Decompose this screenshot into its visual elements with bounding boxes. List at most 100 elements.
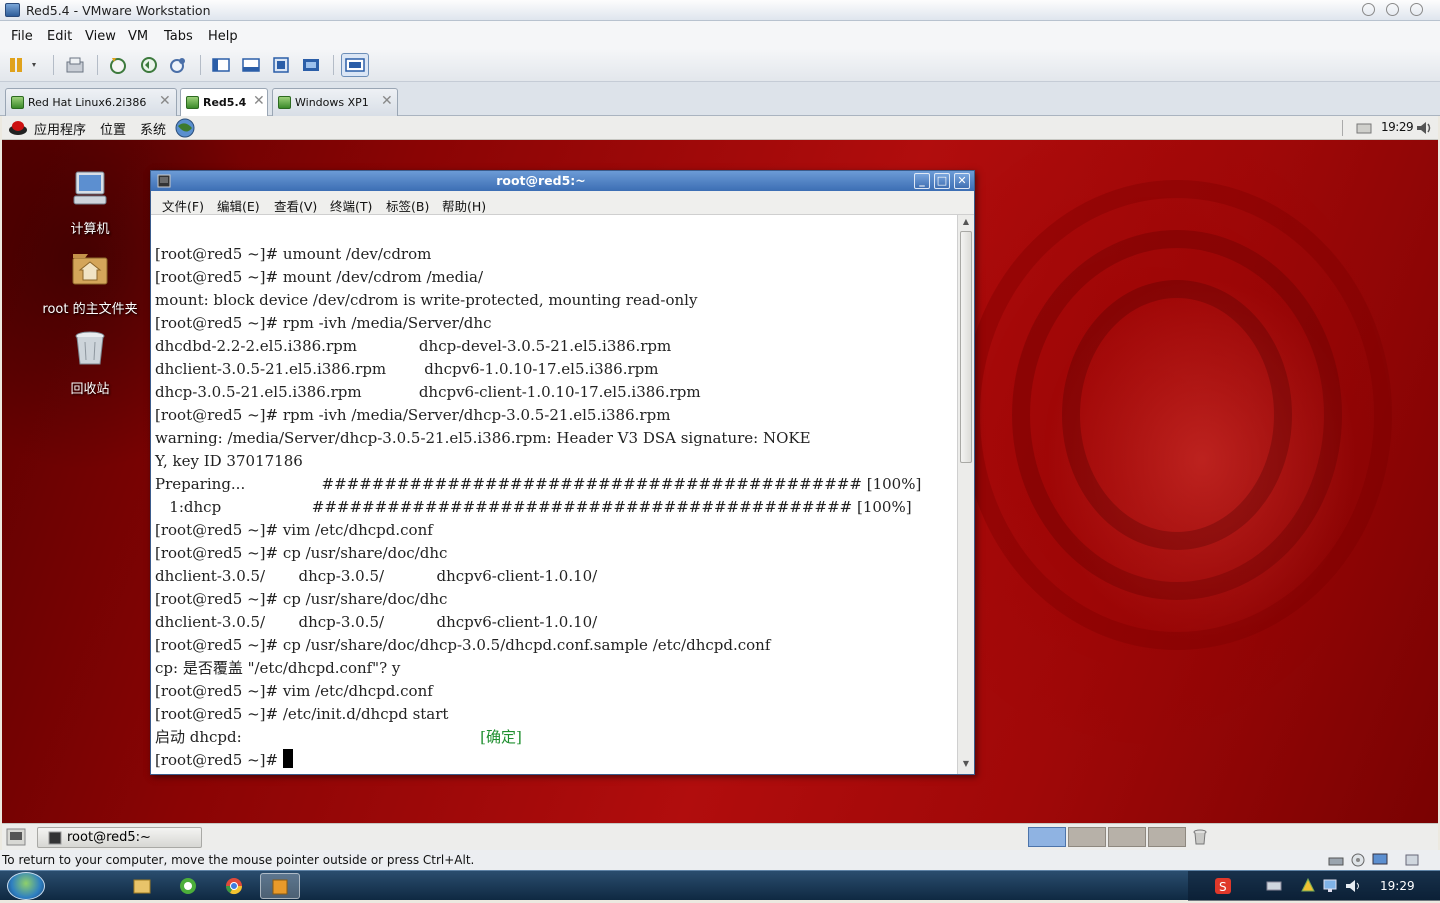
menu-edit[interactable]: Edit xyxy=(47,29,72,44)
start-button[interactable] xyxy=(7,872,45,900)
terminal-line: [root@red5 ~]# cp /usr/share/doc/dhcp-3.… xyxy=(155,636,771,654)
vmware-menubar: File Edit View VM Tabs Help xyxy=(0,21,1440,49)
scroll-down-icon[interactable]: ▼ xyxy=(960,759,972,771)
menu-system[interactable]: 系统 xyxy=(140,119,166,138)
terminal-menu-tabs[interactable]: 标签(B) xyxy=(386,196,429,215)
workspace-1[interactable] xyxy=(1028,827,1066,847)
tab-red-hat-linux[interactable]: Red Hat Linux6.2i386 ✕ xyxy=(5,88,177,116)
redhat-logo-icon[interactable] xyxy=(8,118,28,138)
revert-snapshot-icon[interactable] xyxy=(139,55,159,75)
terminal-menu-view[interactable]: 查看(V) xyxy=(274,196,317,215)
terminal-line: [root@red5 ~]# cp /usr/share/doc/dhc xyxy=(155,544,448,562)
refresh-app-icon xyxy=(180,878,196,894)
network-icon[interactable] xyxy=(1322,878,1338,894)
host-clock[interactable]: 19:29 xyxy=(1380,879,1415,893)
vmware-tabbar: Red Hat Linux6.2i386 ✕ Red5.4 ✕ Windows … xyxy=(0,82,1440,117)
show-desktop-icon[interactable] xyxy=(6,828,26,846)
web-browser-icon[interactable] xyxy=(174,117,196,139)
sidebar-toggle-icon[interactable] xyxy=(211,55,231,75)
terminal-line: dhclient-3.0.5-21.el5.i386.rpm dhcpv6-1.… xyxy=(155,360,659,378)
volume-icon[interactable] xyxy=(1414,118,1434,138)
scroll-up-icon[interactable]: ▲ xyxy=(960,217,972,229)
taskbar-app-green[interactable] xyxy=(170,873,206,899)
terminal-menubar: 文件(F) 编辑(E) 查看(V) 终端(T) 标签(B) 帮助(H) xyxy=(151,191,974,215)
computer-icon xyxy=(73,171,107,205)
security-app-icon[interactable]: S xyxy=(1214,877,1232,895)
messages-icon[interactable] xyxy=(1404,852,1420,868)
taskbar-vmware[interactable] xyxy=(260,873,300,899)
close-tab-icon[interactable]: ✕ xyxy=(381,93,393,109)
terminal-titlebar[interactable]: root@red5:~ _ □ ✕ xyxy=(151,171,974,191)
terminal-minimize-button[interactable]: _ xyxy=(914,173,930,189)
start-status-ok: [确定] xyxy=(480,728,522,746)
menu-places[interactable]: 位置 xyxy=(100,119,126,138)
trash-applet-icon[interactable] xyxy=(1192,828,1208,846)
start-line-prefix: 启动 dhcpd: xyxy=(155,728,242,746)
tab-label: Windows XP1 xyxy=(295,96,369,109)
vm-icon xyxy=(11,96,24,109)
terminal-maximize-button[interactable]: □ xyxy=(934,173,950,189)
scrollbar-thumb[interactable] xyxy=(960,231,972,463)
input-method-icon[interactable] xyxy=(1266,879,1282,893)
notification-icon[interactable] xyxy=(1356,121,1372,135)
terminal-menu-terminal[interactable]: 终端(T) xyxy=(330,196,372,215)
menu-tabs[interactable]: Tabs xyxy=(164,29,193,44)
network-device-icon[interactable] xyxy=(1328,852,1344,868)
desktop-icon-computer[interactable]: 计算机 xyxy=(35,168,145,237)
taskbar-chrome[interactable] xyxy=(216,873,252,899)
menu-help[interactable]: Help xyxy=(208,29,238,44)
taskbar-explorer[interactable] xyxy=(124,873,160,899)
display-device-icon[interactable] xyxy=(1372,852,1388,868)
workspace-3[interactable] xyxy=(1108,827,1146,847)
power-pause-icon[interactable] xyxy=(8,55,40,75)
desktop-icon-trash[interactable]: 回收站 xyxy=(35,328,145,397)
terminal-title: root@red5:~ xyxy=(496,173,586,188)
close-button[interactable] xyxy=(1410,3,1423,16)
close-tab-icon[interactable]: ✕ xyxy=(159,93,171,109)
workspace-4[interactable] xyxy=(1148,827,1186,847)
menu-file[interactable]: File xyxy=(11,29,33,44)
unity-icon[interactable] xyxy=(301,55,321,75)
terminal-menu-help[interactable]: 帮助(H) xyxy=(442,196,486,215)
tab-red5-4[interactable]: Red5.4 ✕ xyxy=(180,88,268,117)
terminal-line: cp: 是否覆盖 "/etc/dhcpd.conf"? y xyxy=(155,659,401,677)
terminal-close-button[interactable]: ✕ xyxy=(954,173,970,189)
terminal-line: [root@red5 ~]# rpm -ivh /media/Server/dh… xyxy=(155,314,492,332)
terminal-line: 1:dhcp #################################… xyxy=(155,498,912,516)
terminal-line: Preparing... ###########################… xyxy=(155,475,922,493)
snapshot-icon[interactable] xyxy=(108,55,128,75)
send-ctrl-alt-del-icon[interactable] xyxy=(65,55,85,75)
terminal-line: [root@red5 ~]# cp /usr/share/doc/dhc xyxy=(155,590,448,608)
snapshot-manager-icon[interactable] xyxy=(168,55,188,75)
action-center-icon[interactable] xyxy=(1300,877,1316,895)
terminal-scrollbar[interactable]: ▲ ▼ xyxy=(957,215,974,774)
vmware-app-icon xyxy=(5,3,20,17)
terminal-output[interactable]: [root@red5 ~]# umount /dev/cdrom [root@re… xyxy=(151,215,957,774)
desktop-icon-label: 回收站 xyxy=(70,382,110,397)
minimize-button[interactable] xyxy=(1362,3,1375,16)
terminal-line-start-status: 启动 dhcpd: [确定] xyxy=(155,726,921,749)
menu-view[interactable]: View xyxy=(85,29,116,44)
full-screen-icon[interactable] xyxy=(271,55,291,75)
menu-applications[interactable]: 应用程序 xyxy=(34,119,86,138)
gnome-top-panel: 应用程序 位置 系统 19:29 xyxy=(2,116,1438,140)
taskbar-terminal-button[interactable]: root@red5:~ xyxy=(37,827,202,848)
maximize-button[interactable] xyxy=(1386,3,1399,16)
window-title: Red5.4 - VMware Workstation xyxy=(26,3,211,18)
guest-clock[interactable]: 19:29 xyxy=(1381,120,1414,134)
tab-windows-xp1[interactable]: Windows XP1 ✕ xyxy=(272,88,398,116)
terminal-menu-edit[interactable]: 编辑(E) xyxy=(217,196,260,215)
terminal-prompt-line[interactable]: [root@red5 ~]# xyxy=(155,749,921,772)
console-view-icon[interactable] xyxy=(241,55,261,75)
menu-vm[interactable]: VM xyxy=(128,29,148,44)
quick-switch-icon[interactable] xyxy=(341,53,369,77)
vm-icon xyxy=(278,96,291,109)
speaker-icon[interactable] xyxy=(1344,878,1362,894)
terminal-window[interactable]: root@red5:~ _ □ ✕ 文件(F) 编辑(E) 查看(V) 终端(T… xyxy=(150,170,975,775)
terminal-menu-file[interactable]: 文件(F) xyxy=(162,196,204,215)
terminal-cursor xyxy=(282,749,293,768)
workspace-2[interactable] xyxy=(1068,827,1106,847)
desktop-icon-home[interactable]: root 的主文件夹 xyxy=(35,248,145,317)
cdrom-device-icon[interactable] xyxy=(1350,852,1366,868)
close-tab-icon[interactable]: ✕ xyxy=(253,93,265,109)
